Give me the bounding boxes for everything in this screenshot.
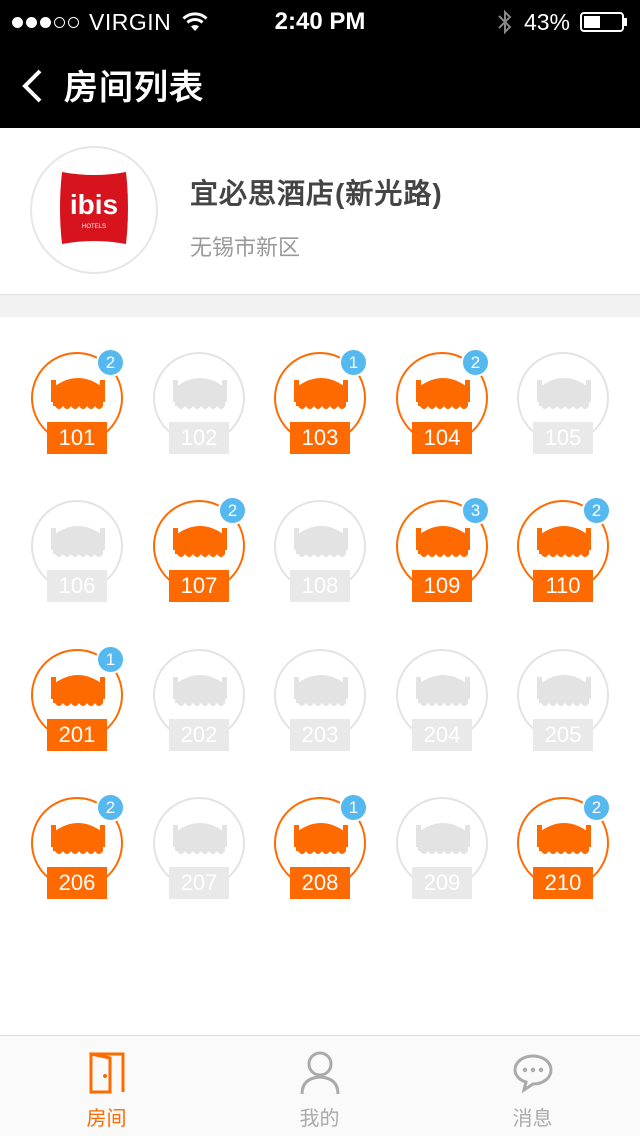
ibis-logo: ibis HOTELS (60, 172, 128, 244)
room-number: 105 (533, 422, 593, 454)
tab-bar: 房间 我的 消息 (0, 1035, 640, 1136)
room-number: 102 (169, 422, 229, 454)
room-number: 104 (412, 422, 472, 454)
room-109[interactable]: 109 3 (394, 496, 494, 613)
bed-icon (294, 675, 348, 706)
room-108[interactable]: 108 (272, 498, 372, 613)
bed-icon (294, 378, 348, 409)
room-badge: 1 (96, 645, 125, 674)
room-105[interactable]: 105 (515, 350, 615, 465)
room-number: 103 (290, 422, 350, 454)
page-title: 房间列表 (64, 69, 204, 107)
svg-text:HOTELS: HOTELS (82, 224, 106, 230)
room-number: 209 (412, 867, 472, 899)
door-icon (89, 1052, 125, 1094)
section-divider (0, 295, 640, 317)
room-number: 107 (169, 570, 229, 602)
bed-icon (51, 823, 105, 854)
bed-icon (173, 823, 227, 854)
room-number: 202 (169, 719, 229, 751)
bed-icon (51, 378, 105, 409)
bed-icon (294, 526, 348, 557)
room-110[interactable]: 110 2 (515, 496, 615, 613)
bed-icon (416, 378, 470, 409)
room-107[interactable]: 107 2 (151, 496, 251, 613)
room-number: 207 (169, 867, 229, 899)
room-206[interactable]: 206 2 (29, 793, 129, 910)
bluetooth-icon (498, 9, 512, 35)
room-number: 201 (47, 719, 107, 751)
bed-icon (51, 675, 105, 706)
room-badge: 3 (461, 496, 490, 525)
room-number: 109 (412, 570, 472, 602)
room-number: 203 (290, 719, 350, 751)
room-number: 206 (47, 867, 107, 899)
room-210[interactable]: 210 2 (515, 793, 615, 910)
room-203[interactable]: 203 (272, 647, 372, 762)
room-badge: 1 (339, 348, 368, 377)
room-207[interactable]: 207 (151, 795, 251, 910)
room-202[interactable]: 202 (151, 647, 251, 762)
battery-percent: 43% (523, 8, 570, 35)
tab-label: 我的 (299, 1108, 340, 1130)
bed-icon (537, 823, 591, 854)
hotel-logo: ibis HOTELS (30, 146, 158, 274)
bed-icon (416, 526, 470, 557)
room-number: 208 (290, 867, 350, 899)
bed-icon (173, 675, 227, 706)
bed-icon (416, 823, 470, 854)
room-201[interactable]: 201 1 (29, 645, 129, 762)
bed-icon (537, 378, 591, 409)
room-209[interactable]: 209 (394, 795, 494, 910)
room-204[interactable]: 204 (394, 647, 494, 762)
status-bar: VIRGIN 2:40 PM 43% (0, 0, 640, 44)
tab-messages[interactable]: 消息 (426, 1036, 639, 1136)
hotel-area: 无锡市新区 (190, 235, 301, 260)
room-102[interactable]: 102 (151, 350, 251, 465)
room-badge: 2 (582, 496, 611, 525)
room-number: 108 (290, 570, 350, 602)
bed-icon (537, 675, 591, 706)
room-208[interactable]: 208 1 (272, 793, 372, 910)
bed-icon (173, 526, 227, 557)
tab-rooms[interactable]: 房间 (0, 1036, 213, 1136)
room-number: 106 (47, 570, 107, 602)
hotel-info-card: ibis HOTELS 宜必思酒店(新光路) 无锡市新区 (0, 128, 640, 295)
room-number: 101 (47, 422, 107, 454)
room-104[interactable]: 104 2 (394, 348, 494, 465)
room-205[interactable]: 205 (515, 647, 615, 762)
user-icon (300, 1051, 340, 1095)
tab-mine[interactable]: 我的 (213, 1036, 426, 1136)
room-101[interactable]: 101 2 (29, 348, 129, 465)
room-number: 205 (533, 719, 593, 751)
bed-icon (416, 675, 470, 706)
bed-icon (51, 526, 105, 557)
room-badge: 2 (218, 496, 247, 525)
room-106[interactable]: 106 (29, 498, 129, 613)
bed-icon (294, 823, 348, 854)
back-arrow-icon[interactable] (18, 68, 48, 104)
room-number: 210 (533, 867, 593, 899)
room-badge: 2 (96, 348, 125, 377)
room-badge: 2 (96, 793, 125, 822)
room-badge: 2 (582, 793, 611, 822)
hotel-name: 宜必思酒店(新光路) (190, 178, 443, 209)
tab-label: 房间 (86, 1108, 127, 1130)
bed-icon (537, 526, 591, 557)
svg-text:ibis: ibis (70, 189, 118, 220)
room-number: 204 (412, 719, 472, 751)
room-number: 110 (533, 570, 593, 602)
battery-icon (580, 12, 627, 32)
room-badge: 2 (461, 348, 490, 377)
room-badge: 1 (339, 793, 368, 822)
room-grid: 101 2 102 103 1 104 2 105 106 107 2 108 109 3 110 2 201 1… (0, 317, 640, 1035)
room-103[interactable]: 103 1 (272, 348, 372, 465)
tab-label: 消息 (512, 1108, 553, 1130)
bed-icon (173, 378, 227, 409)
chat-bubble-icon (513, 1054, 553, 1094)
navigation-bar: 房间列表 (0, 44, 640, 128)
